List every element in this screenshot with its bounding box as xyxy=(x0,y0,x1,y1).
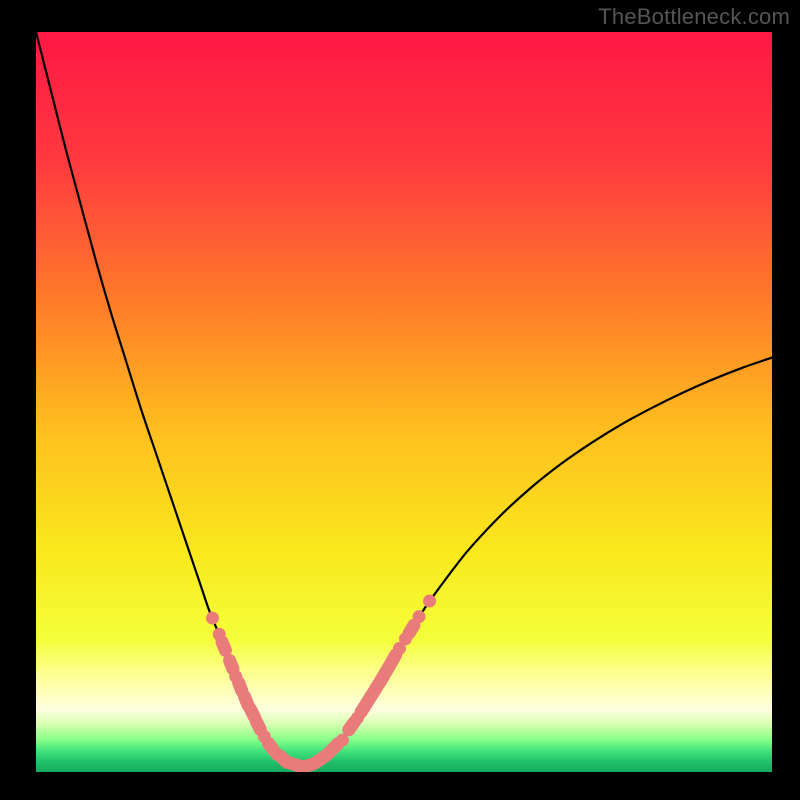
bottleneck-chart xyxy=(0,0,800,800)
watermark-text: TheBottleneck.com xyxy=(598,4,790,30)
chart-stage: TheBottleneck.com xyxy=(0,0,800,800)
